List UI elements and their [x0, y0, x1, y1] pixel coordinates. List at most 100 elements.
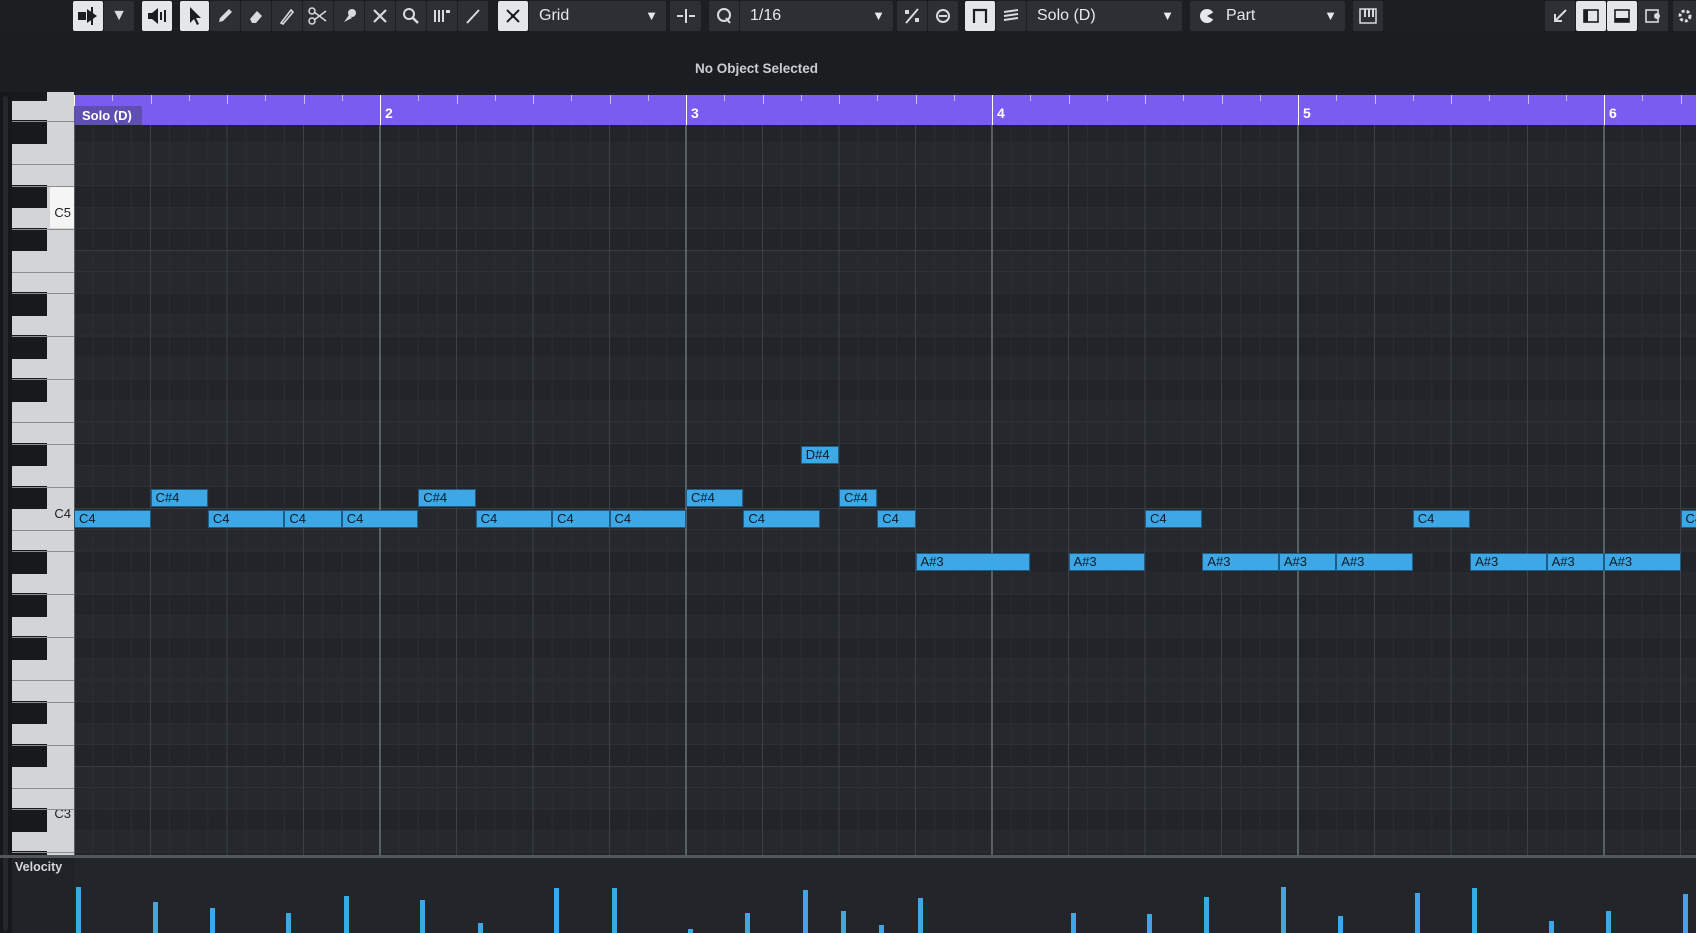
black-key[interactable]	[12, 335, 47, 359]
line-tool-icon[interactable]	[427, 1, 457, 31]
black-key[interactable]	[12, 378, 47, 402]
black-key[interactable]	[12, 120, 47, 144]
arrow-in-icon[interactable]	[1545, 1, 1575, 31]
midi-note[interactable]: A#3	[1604, 553, 1681, 571]
velocity-bar[interactable]	[1606, 910, 1611, 933]
midi-note[interactable]: A#3	[1546, 553, 1604, 571]
chevron-down-icon[interactable]: ▼	[104, 1, 134, 31]
black-key[interactable]	[12, 550, 47, 574]
glue-icon[interactable]	[334, 1, 364, 31]
note-grid[interactable]: C4 C#4 C4 C4 C4 C#4 C4 C4 C4 C#4 C4 D#4 C#4 C4 A#3 A#3 C…	[74, 125, 1696, 855]
trim-icon[interactable]	[272, 1, 302, 31]
object-selection-icon[interactable]	[180, 1, 209, 31]
midi-note[interactable]: A#3	[1202, 553, 1279, 571]
midi-note[interactable]: C4	[207, 510, 285, 528]
snap-zero-crossing-icon[interactable]	[670, 1, 701, 31]
auto-quantize-icon[interactable]	[928, 1, 958, 31]
editing-mode-select[interactable]: Part ▼	[1190, 1, 1345, 31]
velocity-bar[interactable]	[745, 912, 751, 933]
mute-x-icon[interactable]	[365, 1, 395, 31]
piano-keyboard[interactable]: C5 C4 C3	[12, 92, 74, 858]
velocity-bar[interactable]	[1548, 921, 1554, 933]
black-key[interactable]	[12, 227, 47, 251]
snap-type-select[interactable]: Grid ▼	[529, 1, 666, 31]
ruler[interactable]: 2 3 4 5 6 Solo (D)	[74, 95, 1696, 125]
midi-note[interactable]: C4	[1412, 510, 1471, 528]
velocity-bar[interactable]	[343, 895, 349, 933]
quantize-fraction-icon[interactable]	[897, 1, 927, 31]
velocity-bar[interactable]	[841, 910, 846, 933]
velocity-bar[interactable]	[477, 923, 483, 933]
velocity-bar[interactable]	[611, 888, 617, 933]
velocity-bar[interactable]	[420, 900, 426, 933]
black-key[interactable]	[12, 442, 47, 466]
speaker-icon[interactable]	[142, 1, 172, 31]
midi-note[interactable]: D#4	[800, 445, 839, 464]
midi-note[interactable]: C4	[341, 510, 419, 528]
velocity-bar[interactable]	[1280, 886, 1286, 933]
layers-icon[interactable]	[996, 1, 1026, 31]
black-key[interactable]	[12, 808, 47, 832]
black-key[interactable]	[12, 485, 47, 509]
left-zone-handle[interactable]	[3, 96, 8, 931]
black-key[interactable]	[12, 743, 47, 767]
gear-icon[interactable]	[1673, 1, 1696, 31]
velocity-bar[interactable]	[688, 928, 693, 933]
midi-note[interactable]: C4	[284, 510, 342, 528]
velocity-bar[interactable]	[1204, 897, 1210, 933]
midi-note[interactable]: A#3	[1068, 553, 1145, 571]
velocity-bar[interactable]	[1682, 894, 1688, 933]
black-key[interactable]	[12, 92, 47, 101]
velocity-bar[interactable]	[554, 888, 560, 933]
midi-note[interactable]: C4	[877, 510, 916, 528]
midi-note[interactable]: C#4	[418, 488, 476, 507]
velocity-bar[interactable]	[1070, 912, 1076, 933]
midi-note[interactable]: C4	[743, 510, 820, 528]
midi-note[interactable]: C4	[74, 510, 151, 528]
velocity-lane[interactable]	[74, 858, 1696, 933]
midi-note[interactable]: C4	[609, 510, 686, 528]
velocity-bar[interactable]	[1414, 893, 1420, 933]
velocity-bar[interactable]	[1338, 915, 1344, 933]
black-key[interactable]	[12, 700, 47, 724]
setup-window-icon[interactable]	[1638, 1, 1668, 31]
part-boundaries-icon[interactable]	[965, 1, 995, 31]
midi-note[interactable]: C#4	[686, 488, 744, 507]
velocity-bar[interactable]	[1472, 888, 1478, 933]
snap-icon[interactable]	[498, 1, 528, 31]
velocity-bar[interactable]	[879, 924, 885, 933]
draw-icon[interactable]	[210, 1, 240, 31]
left-zone-icon[interactable]	[1576, 1, 1606, 31]
midi-note[interactable]: C4	[1680, 510, 1696, 528]
black-key[interactable]	[12, 292, 47, 316]
midi-insert-icon[interactable]	[1353, 1, 1383, 31]
velocity-bar[interactable]	[286, 912, 292, 933]
velocity-bar[interactable]	[209, 908, 215, 933]
midi-note[interactable]: C#4	[150, 488, 208, 507]
velocity-bar[interactable]	[917, 897, 923, 933]
erase-icon[interactable]	[241, 1, 271, 31]
black-key[interactable]	[12, 636, 47, 660]
split-scissors-icon[interactable]	[303, 1, 333, 31]
velocity-bar[interactable]	[76, 886, 81, 933]
midi-note[interactable]: C4	[1145, 510, 1203, 528]
velocity-bar[interactable]	[1147, 914, 1152, 933]
zoom-icon[interactable]	[396, 1, 426, 31]
lower-zone-icon[interactable]	[1607, 1, 1637, 31]
midi-note[interactable]: C4	[552, 510, 610, 528]
black-key[interactable]	[12, 593, 47, 617]
midi-note[interactable]: A#3	[1470, 553, 1547, 571]
quantize-preset-select[interactable]: 1/16 ▼	[740, 1, 893, 31]
midi-note[interactable]: C#4	[839, 488, 878, 507]
midi-note[interactable]: A#3	[915, 553, 1031, 571]
quantize-q-icon[interactable]	[709, 1, 739, 31]
pen-line-icon[interactable]	[458, 1, 488, 31]
midi-note[interactable]: A#3	[1336, 553, 1413, 571]
midi-note[interactable]: A#3	[1278, 553, 1337, 571]
black-key[interactable]	[12, 184, 47, 208]
velocity-lane-header[interactable]: Velocity	[12, 858, 74, 933]
edit-active-part-select[interactable]: Solo (D) ▼	[1027, 1, 1182, 31]
velocity-bar[interactable]	[152, 901, 158, 933]
midi-note[interactable]: C4	[475, 510, 553, 528]
velocity-bar[interactable]	[802, 889, 808, 933]
